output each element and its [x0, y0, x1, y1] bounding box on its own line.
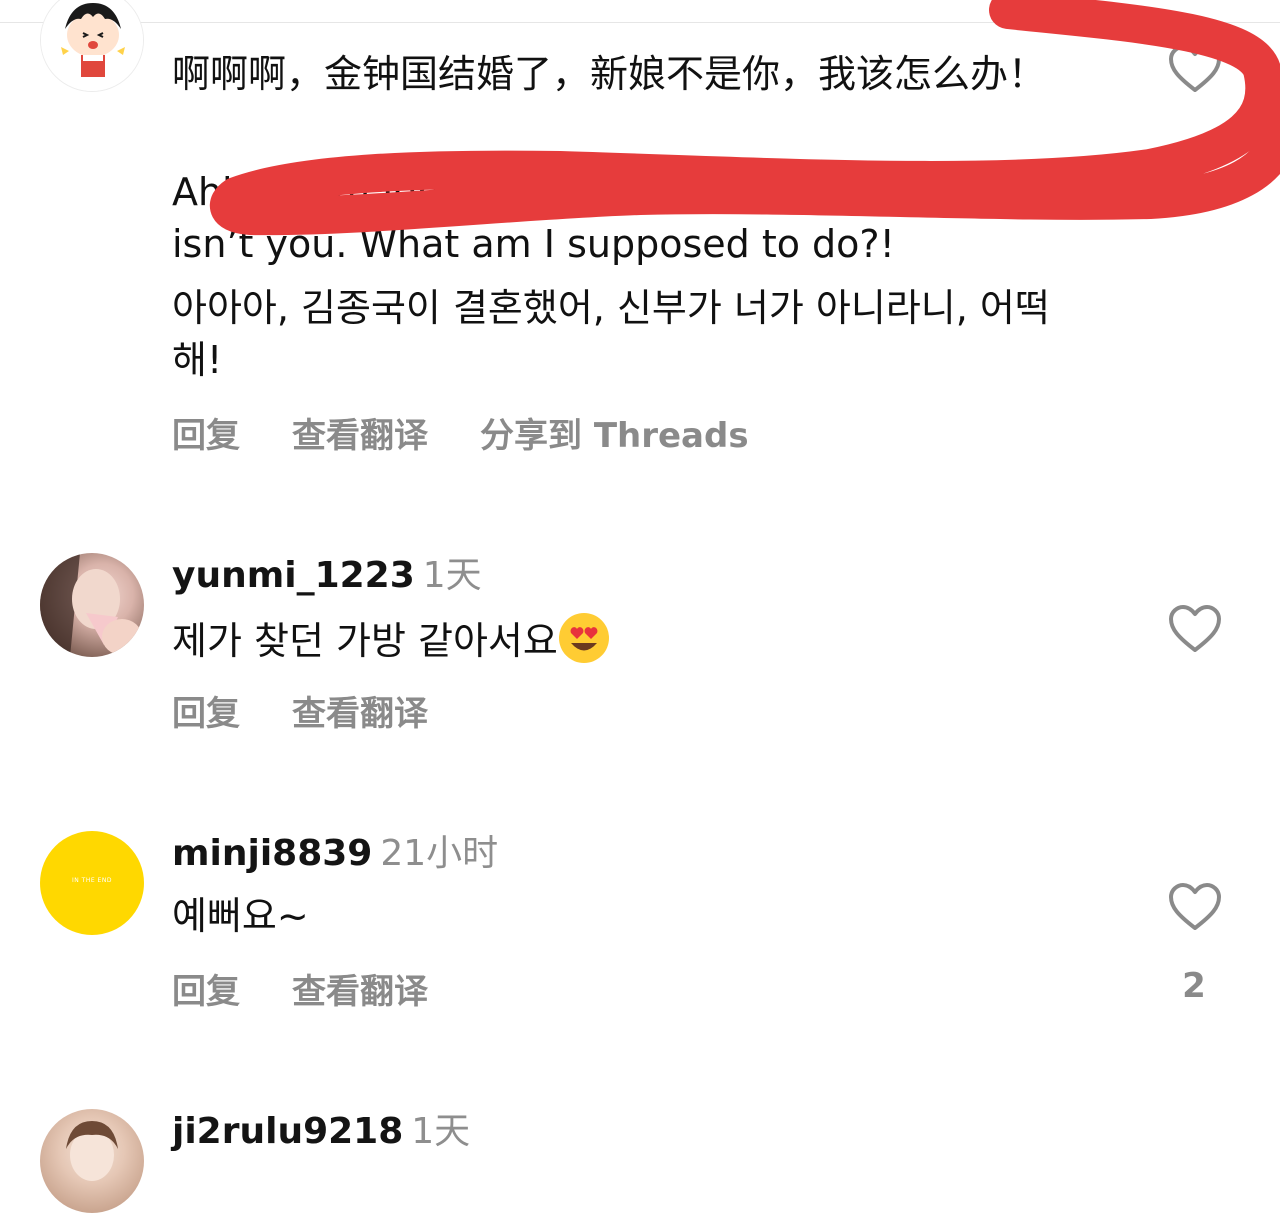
- timestamp: 1天: [411, 1111, 471, 1152]
- reply-button[interactable]: 回复: [172, 970, 240, 1014]
- username[interactable]: ji2rulu9218: [172, 1111, 403, 1152]
- comment-actions: 回复 查看翻译: [172, 692, 480, 736]
- timestamp: 21小时: [380, 833, 499, 874]
- comment-actions: 回复 查看翻译 分享到 Threads: [172, 414, 801, 458]
- comment-meta: yunmi_1223 1天: [172, 554, 482, 598]
- comment-text: 예뻐요~: [172, 894, 309, 938]
- heart-icon[interactable]: [1168, 882, 1222, 932]
- reply-button[interactable]: 回复: [172, 692, 240, 736]
- see-translation-button[interactable]: 查看翻译: [292, 692, 428, 736]
- comment-meta: ji2rulu9218 1天: [172, 1110, 470, 1154]
- comment-meta: minji8839 21小时: [172, 832, 498, 876]
- heart-icon[interactable]: [1168, 44, 1222, 94]
- avatar[interactable]: [40, 553, 144, 657]
- comment-text-content: 제가 찾던 가방 같아서요: [172, 619, 558, 663]
- heart-icon[interactable]: [1168, 604, 1222, 654]
- username[interactable]: minji8839: [172, 833, 372, 874]
- timestamp: 1天: [422, 555, 482, 596]
- share-to-threads-button[interactable]: 分享到 Threads: [480, 414, 749, 458]
- like-count[interactable]: 2: [1170, 966, 1218, 1006]
- see-translation-button[interactable]: 查看翻译: [292, 414, 428, 458]
- heart-eyes-emoji-icon: [558, 613, 609, 663]
- comment-text-ko: 아아아, 김종국이 결혼했어, 신부가 너가 아니라니, 어떡해!: [172, 286, 1050, 382]
- avatar[interactable]: [40, 1109, 144, 1213]
- avatar[interactable]: [40, 0, 144, 92]
- cartoon-girl-avatar-icon: [41, 0, 143, 91]
- comment-text-en: Ahhh! Kim Jong-kook got married, the bri…: [172, 170, 1000, 266]
- username[interactable]: yunmi_1223: [172, 555, 415, 596]
- see-translation-button[interactable]: 查看翻译: [292, 970, 428, 1014]
- comment-text-zh: 啊啊啊，金钟国结婚了，新娘不是你，我该怎么办！: [172, 52, 1047, 96]
- profile-photo-icon: [40, 553, 142, 657]
- reply-button[interactable]: 回复: [172, 414, 240, 458]
- profile-photo-icon: [66, 1121, 118, 1181]
- avatar[interactable]: IN THE END: [40, 831, 144, 935]
- avatar-label: IN THE END: [72, 877, 112, 884]
- comment-text: 제가 찾던 가방 같아서요: [172, 612, 1092, 667]
- top-divider: [0, 22, 1280, 23]
- comment-actions: 回复 查看翻译: [172, 970, 480, 1014]
